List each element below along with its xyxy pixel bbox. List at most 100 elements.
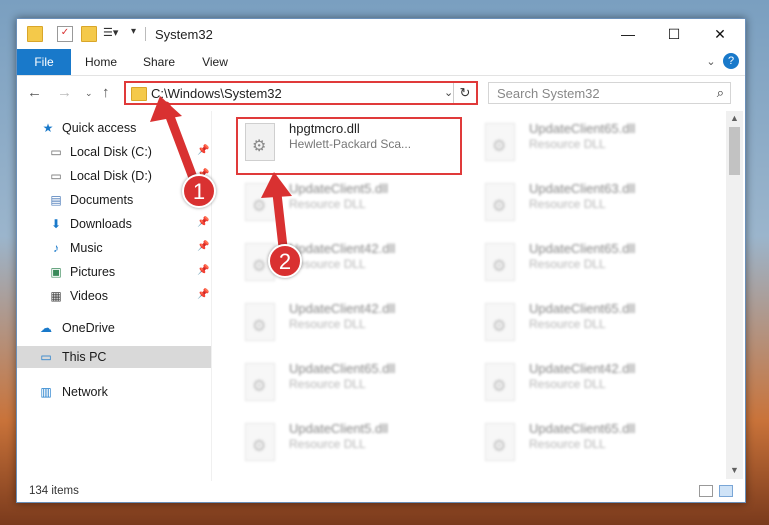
sidebar-item-quick-access[interactable]: ★ Quick access [17,117,211,139]
sidebar-item-music[interactable]: ♪ Music 📌 [17,237,211,259]
window-title: System32 [155,27,213,42]
callout-2: 2 [268,244,302,278]
minimize-button[interactable]: — [605,19,651,49]
file-description: Resource DLL [529,437,606,451]
file-item[interactable]: ⚙ UpdateClient65.dll Resource DLL [239,359,459,415]
downloads-icon: ⬇ [50,217,62,231]
file-item[interactable]: ⚙ UpdateClient5.dll Resource DLL [239,419,459,475]
callout-1: 1 [182,174,216,208]
file-description: Resource DLL [289,197,366,211]
dll-file-icon: ⚙ [245,423,275,461]
file-description: Resource DLL [289,317,366,331]
back-arrow-icon[interactable]: ← [27,84,42,101]
maximize-button[interactable]: ☐ [651,19,697,49]
gear-icon: ⚙ [252,258,267,275]
search-input[interactable]: Search System32 ⌕ [488,82,731,104]
scroll-up-icon[interactable]: ▲ [730,113,739,123]
tab-view[interactable]: View [193,49,237,75]
title-separator [145,27,146,41]
sidebar-item-label: Local Disk (C:) [70,145,152,159]
pin-icon: 📌 [197,217,210,228]
address-bar[interactable]: C:\Windows\System32 ⌄ ↻ [124,81,478,105]
gear-icon: ⚙ [492,378,507,395]
sidebar-item-local-disk-d[interactable]: ▭ Local Disk (D:) 📌 [17,165,211,187]
dll-file-icon: ⚙ [245,183,275,221]
file-name: UpdateClient5.dll [289,421,389,436]
file-description: Resource DLL [529,257,606,271]
file-description: Resource DLL [529,377,606,391]
ribbon-expand-icon[interactable]: ⌄ [701,49,721,75]
file-description: Resource DLL [289,437,366,451]
file-item[interactable]: ⚙ UpdateClient42.dll Resource DLL [239,299,459,355]
dll-file-icon: ⚙ [245,363,275,401]
sidebar-item-local-disk-c[interactable]: ▭ Local Disk (C:) 📌 [17,141,211,163]
navigation-pane: ★ Quick access ▭ Local Disk (C:) 📌 ▭ Loc… [17,111,212,481]
dll-file-icon: ⚙ [245,303,275,341]
tab-file[interactable]: File [17,49,71,75]
drive-icon: ▭ [50,169,62,183]
ribbon-tabs: File Home Share View ⌄ ? [17,49,745,76]
sidebar-item-label: Music [70,241,103,255]
gear-icon: ⚙ [252,438,267,455]
gear-icon: ⚙ [492,438,507,455]
scroll-thumb[interactable] [729,127,740,175]
sidebar-item-downloads[interactable]: ⬇ Downloads 📌 [17,213,211,235]
title-bar: ✓ ☰▾ ▾ System32 — ☐ ✕ [17,19,745,49]
file-item[interactable]: ⚙ UpdateClient65.dll Resource DLL [479,299,699,355]
sidebar-item-label: Local Disk (D:) [70,169,152,183]
recent-locations-icon[interactable]: ⌄ [85,88,93,99]
file-item[interactable]: ⚙ UpdateClient63.dll Resource DLL [479,179,699,235]
pin-icon: 📌 [197,289,210,300]
new-folder-icon[interactable] [81,26,97,42]
file-item[interactable]: ⚙ UpdateClient65.dll Resource DLL [479,239,699,295]
file-item[interactable]: ⚙ UpdateClient5.dll Resource DLL [239,179,459,235]
vertical-scrollbar[interactable]: ▲ ▼ [726,111,743,479]
tab-share[interactable]: Share [137,49,181,75]
file-description: Resource DLL [529,137,606,151]
search-icon: ⌕ [716,85,724,100]
pin-icon: 📌 [197,241,210,252]
gear-icon: ⚙ [492,318,507,335]
scroll-down-icon[interactable]: ▼ [730,465,739,475]
dropdown-icon[interactable]: ▾ [131,26,145,40]
sidebar-item-videos[interactable]: ▦ Videos 📌 [17,285,211,307]
sidebar-item-label: OneDrive [62,321,115,335]
documents-icon: ▤ [50,193,62,207]
file-name: UpdateClient65.dll [529,241,636,256]
file-item[interactable]: ⚙ UpdateClient42.dll Resource DLL [479,359,699,415]
refresh-icon[interactable]: ↻ [453,83,476,103]
file-name: UpdateClient5.dll [289,181,389,196]
forward-arrow-icon[interactable]: → [57,84,72,101]
file-item[interactable]: ⚙ UpdateClient65.dll Resource DLL [479,119,699,175]
close-button[interactable]: ✕ [697,19,743,49]
sidebar-item-label: Pictures [70,265,116,279]
up-arrow-icon[interactable]: ↑ [102,84,110,101]
file-name: UpdateClient42.dll [289,301,396,316]
sidebar-item-label: Downloads [70,217,132,231]
sidebar-item-network[interactable]: ▥ Network [17,381,211,403]
address-path: C:\Windows\System32 [151,86,282,101]
file-name: UpdateClient65.dll [529,121,636,136]
file-description: Resource DLL [529,317,606,331]
file-description: Resource DLL [289,377,366,391]
folder-icon[interactable] [27,26,43,42]
sidebar-item-onedrive[interactable]: ☁ OneDrive [17,317,211,339]
properties-icon[interactable]: ✓ [57,26,73,42]
computer-icon: ▭ [40,350,52,364]
help-icon[interactable]: ? [723,53,739,69]
dll-file-icon: ⚙ [485,423,515,461]
drive-icon: ▭ [50,145,62,159]
sidebar-item-this-pc[interactable]: ▭ This PC [17,346,211,368]
file-item[interactable]: ⚙ UpdateClient65.dll Resource DLL [479,419,699,475]
sidebar-item-pictures[interactable]: ▣ Pictures 📌 [17,261,211,283]
tiles-view-icon[interactable] [719,485,733,497]
file-name: UpdateClient42.dll [289,241,396,256]
sidebar-item-label: Network [62,385,108,399]
file-name: UpdateClient42.dll [529,361,636,376]
customize-icon[interactable]: ☰▾ [103,26,127,40]
details-view-icon[interactable] [699,485,713,497]
file-name: UpdateClient65.dll [529,301,636,316]
tab-home[interactable]: Home [79,49,123,75]
dll-file-icon: ⚙ [485,363,515,401]
chevron-down-icon[interactable]: ⌄ [444,86,453,99]
